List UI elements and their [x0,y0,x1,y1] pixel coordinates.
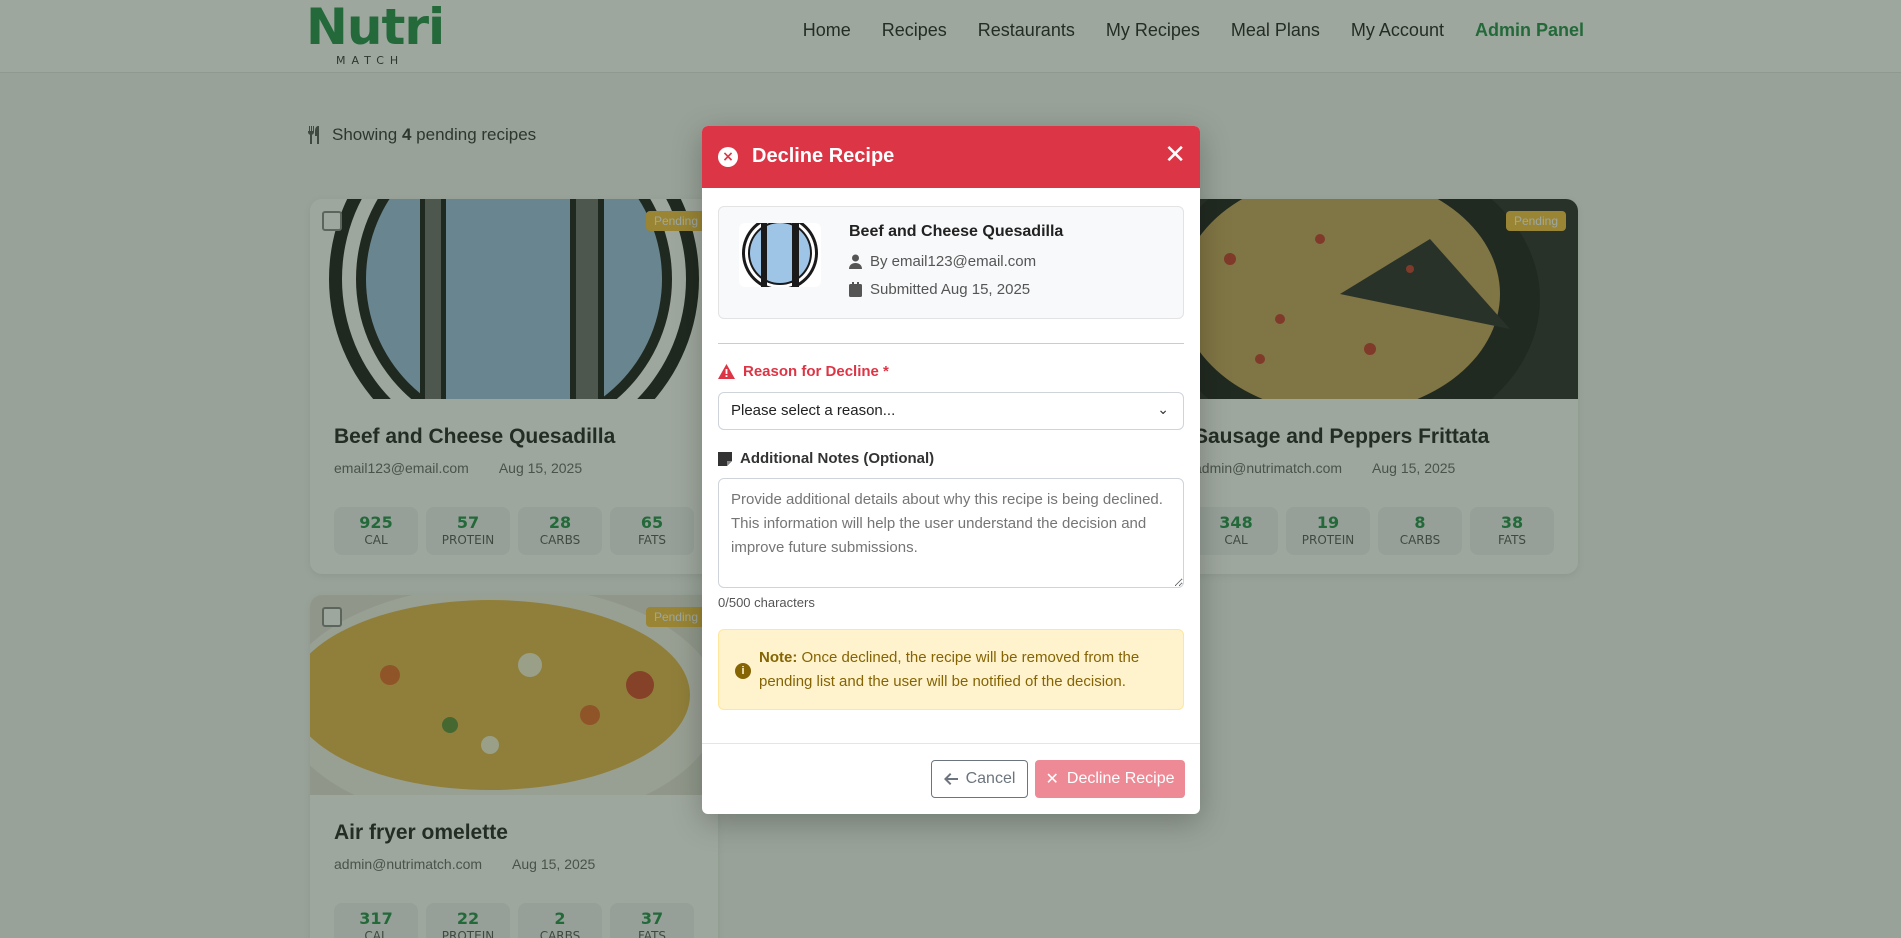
cancel-button[interactable]: Cancel [931,760,1028,798]
x-circle-icon: × [718,147,738,167]
note-bold: Note: [759,649,798,666]
recipe-name: Beef and Cheese Quesadilla [849,223,1064,240]
notes-textarea[interactable] [718,478,1184,588]
reason-label: Reason for Decline * [718,363,889,380]
footer-divider [702,743,1200,744]
character-counter: 0/500 characters [718,595,815,610]
user-icon [849,254,862,269]
modal-header: × Decline Recipe ✕ [702,126,1200,188]
notes-label: Additional Notes (Optional) [718,450,934,467]
recipe-summary: Beef and Cheese Quesadilla By email123@e… [718,206,1184,319]
recipe-date-line: Submitted Aug 15, 2025 [849,281,1030,298]
decline-recipe-button[interactable]: ✕ Decline Recipe [1035,760,1185,798]
modal-title: Decline Recipe [752,145,895,167]
recipe-thumbnail [739,223,821,287]
info-icon: i [735,663,751,679]
decline-note-alert: i Note: Once declined, the recipe will b… [718,629,1184,710]
recipe-author-line: By email123@email.com [849,253,1036,270]
note-text: Once declined, the recipe will be remove… [759,649,1140,690]
divider [718,343,1184,344]
decline-recipe-modal: × Decline Recipe ✕ Beef and Cheese Quesa… [702,126,1200,814]
chevron-down-icon: ⌄ [1157,401,1169,417]
arrow-left-icon [943,773,958,785]
x-icon: ✕ [1045,771,1059,788]
warning-icon [718,364,735,379]
reason-select[interactable]: Please select a reason... ⌄ [718,392,1184,430]
sticky-note-icon [718,451,732,466]
calendar-icon [849,282,862,297]
close-icon[interactable]: ✕ [1164,142,1186,168]
